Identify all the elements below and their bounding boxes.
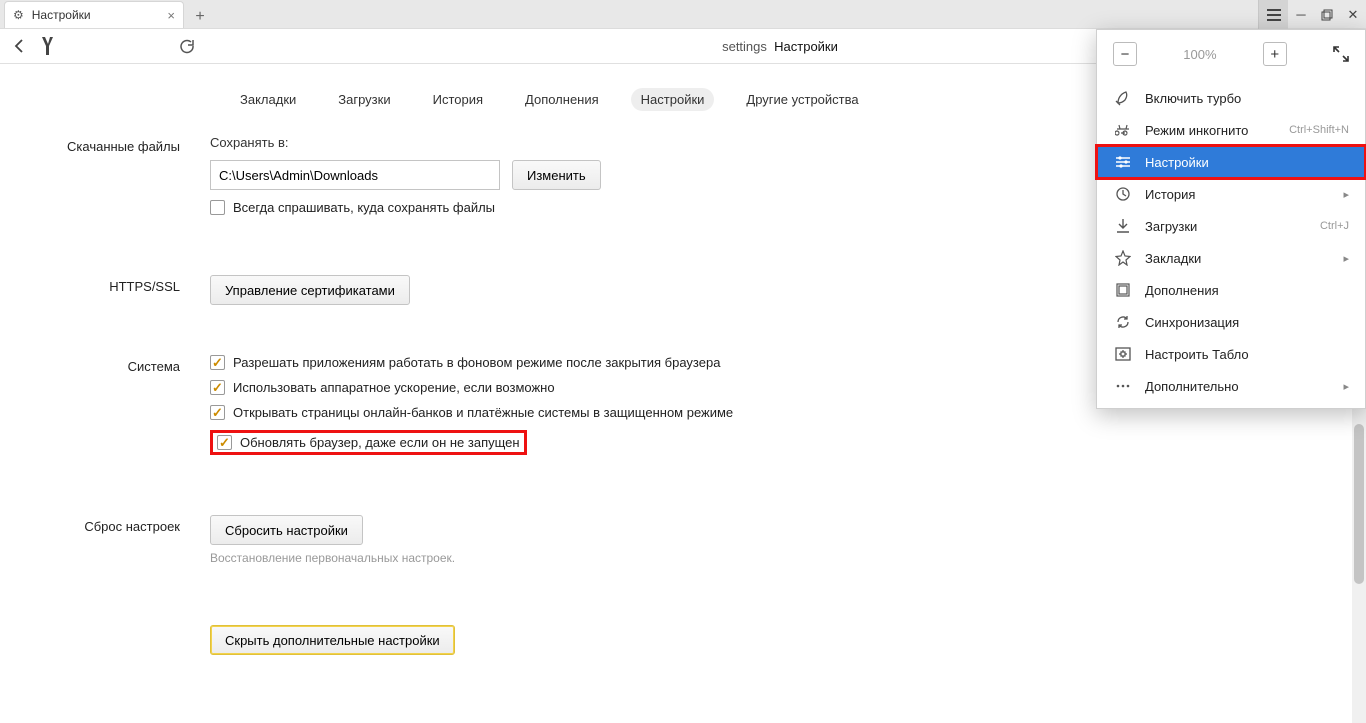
- menu-downloads[interactable]: Загрузки Ctrl+J: [1097, 210, 1365, 242]
- menu-more[interactable]: Дополнительно ▸: [1097, 370, 1365, 402]
- menu-history-label: История: [1145, 187, 1343, 202]
- tab-close-button[interactable]: ×: [167, 8, 175, 23]
- tab-title: Настройки: [32, 8, 162, 22]
- menu-bookmarks[interactable]: Закладки ▸: [1097, 242, 1365, 274]
- nav-other-devices[interactable]: Другие устройства: [736, 88, 868, 111]
- update-browser-highlight: Обновлять браузер, даже если он не запущ…: [210, 430, 527, 455]
- section-hide-advanced: Скрыть дополнительные настройки: [0, 615, 1366, 665]
- menu-addons-label: Дополнения: [1145, 283, 1349, 298]
- download-path-input[interactable]: [210, 160, 500, 190]
- change-path-button[interactable]: Изменить: [512, 160, 601, 190]
- tab-settings[interactable]: ⚙ Настройки ×: [4, 1, 184, 28]
- clock-icon: [1113, 186, 1133, 202]
- yandex-icon: [41, 37, 55, 55]
- omnibox-prefix: settings: [722, 39, 767, 54]
- fullscreen-button[interactable]: [1333, 46, 1349, 62]
- chevron-right-icon: ▸: [1343, 188, 1349, 201]
- manage-certs-button[interactable]: Управление сертификатами: [210, 275, 410, 305]
- scrollbar-thumb[interactable]: [1354, 424, 1364, 584]
- hw-accel-checkbox[interactable]: [210, 380, 225, 395]
- back-arrow-icon: [12, 38, 28, 54]
- hide-advanced-button[interactable]: Скрыть дополнительные настройки: [210, 625, 455, 655]
- nav-settings[interactable]: Настройки: [631, 88, 715, 111]
- yandex-home-button[interactable]: [34, 32, 62, 60]
- sliders-icon: [1113, 154, 1133, 170]
- zoom-value: 100%: [1183, 47, 1216, 62]
- save-to-label: Сохранять в:: [210, 135, 289, 150]
- reset-hint: Восстановление первоначальных настроек.: [210, 551, 1010, 565]
- hamburger-icon: [1267, 9, 1281, 21]
- section-https-label: HTTPS/SSL: [0, 275, 210, 305]
- rocket-icon: [1113, 90, 1133, 106]
- section-system-label: Система: [0, 355, 210, 465]
- menu-history[interactable]: История ▸: [1097, 178, 1365, 210]
- incognito-icon: [1113, 122, 1133, 138]
- menu-settings-label: Настройки: [1145, 155, 1349, 170]
- window-maximize-button[interactable]: [1314, 0, 1340, 29]
- menu-more-label: Дополнительно: [1145, 379, 1343, 394]
- menu-downloads-shortcut: Ctrl+J: [1320, 220, 1349, 232]
- main-menu-panel: − 100% + Включить турбо Режим инкогнито …: [1096, 29, 1366, 409]
- zoom-in-button[interactable]: +: [1263, 42, 1287, 66]
- menu-downloads-label: Загрузки: [1145, 219, 1320, 234]
- menu-bookmarks-label: Закладки: [1145, 251, 1343, 266]
- maximize-icon: [1321, 9, 1333, 21]
- window-close-button[interactable]: ✕: [1340, 0, 1366, 29]
- nav-history[interactable]: История: [423, 88, 493, 111]
- zoom-out-button[interactable]: −: [1113, 42, 1137, 66]
- menu-incognito-label: Режим инкогнито: [1145, 123, 1289, 138]
- download-menu-icon: [1113, 218, 1133, 234]
- auto-update-checkbox[interactable]: [217, 435, 232, 450]
- protected-mode-checkbox[interactable]: [210, 405, 225, 420]
- puzzle-icon: [1113, 282, 1133, 298]
- menu-turbo[interactable]: Включить турбо: [1097, 82, 1365, 114]
- bg-apps-checkbox[interactable]: [210, 355, 225, 370]
- hw-accel-label: Использовать аппаратное ускорение, если …: [233, 380, 555, 395]
- chevron-right-icon-2: ▸: [1343, 252, 1349, 265]
- star-icon: [1113, 250, 1133, 266]
- section-downloads-label: Скачанные файлы: [0, 135, 210, 225]
- menu-addons[interactable]: Дополнения: [1097, 274, 1365, 306]
- gear-icon: ⚙: [13, 8, 24, 22]
- section-reset: Сброс настроек Сбросить настройки Восста…: [0, 505, 1366, 575]
- chevron-right-icon-3: ▸: [1343, 380, 1349, 393]
- ask-where-label: Всегда спрашивать, куда сохранять файлы: [233, 200, 495, 215]
- fullscreen-icon: [1333, 46, 1349, 62]
- menu-tableau-label: Настроить Табло: [1145, 347, 1349, 362]
- sync-icon: [1113, 314, 1133, 330]
- nav-addons[interactable]: Дополнения: [515, 88, 609, 111]
- main-menu-button[interactable]: [1258, 0, 1288, 29]
- menu-settings[interactable]: Настройки: [1097, 146, 1365, 178]
- menu-sync[interactable]: Синхронизация: [1097, 306, 1365, 338]
- bg-apps-label: Разрешать приложениям работать в фоновом…: [233, 355, 720, 370]
- menu-turbo-label: Включить турбо: [1145, 91, 1349, 106]
- nav-downloads[interactable]: Загрузки: [328, 88, 400, 111]
- reset-settings-button[interactable]: Сбросить настройки: [210, 515, 363, 545]
- menu-tableau[interactable]: Настроить Табло: [1097, 338, 1365, 370]
- omnibox-title: Настройки: [774, 39, 838, 54]
- auto-update-label: Обновлять браузер, даже если он не запущ…: [240, 435, 520, 450]
- protected-mode-label: Открывать страницы онлайн-банков и платё…: [233, 405, 733, 420]
- window-controls: ─ ✕: [1258, 0, 1366, 29]
- menu-incognito[interactable]: Режим инкогнито Ctrl+Shift+N: [1097, 114, 1365, 146]
- window-minimize-button[interactable]: ─: [1288, 0, 1314, 29]
- reload-button[interactable]: [172, 32, 200, 60]
- dots-icon: [1113, 378, 1133, 394]
- zoom-controls: − 100% +: [1097, 30, 1365, 82]
- new-tab-button[interactable]: +: [188, 6, 212, 28]
- tab-bar: ⚙ Настройки × + ─ ✕: [0, 0, 1366, 29]
- section-reset-label: Сброс настроек: [0, 515, 210, 565]
- menu-sync-label: Синхронизация: [1145, 315, 1349, 330]
- menu-incognito-shortcut: Ctrl+Shift+N: [1289, 124, 1349, 136]
- back-button[interactable]: [6, 32, 34, 60]
- nav-bookmarks[interactable]: Закладки: [230, 88, 306, 111]
- ask-where-checkbox[interactable]: [210, 200, 225, 215]
- tableau-icon: [1113, 346, 1133, 362]
- reload-icon: [179, 39, 194, 54]
